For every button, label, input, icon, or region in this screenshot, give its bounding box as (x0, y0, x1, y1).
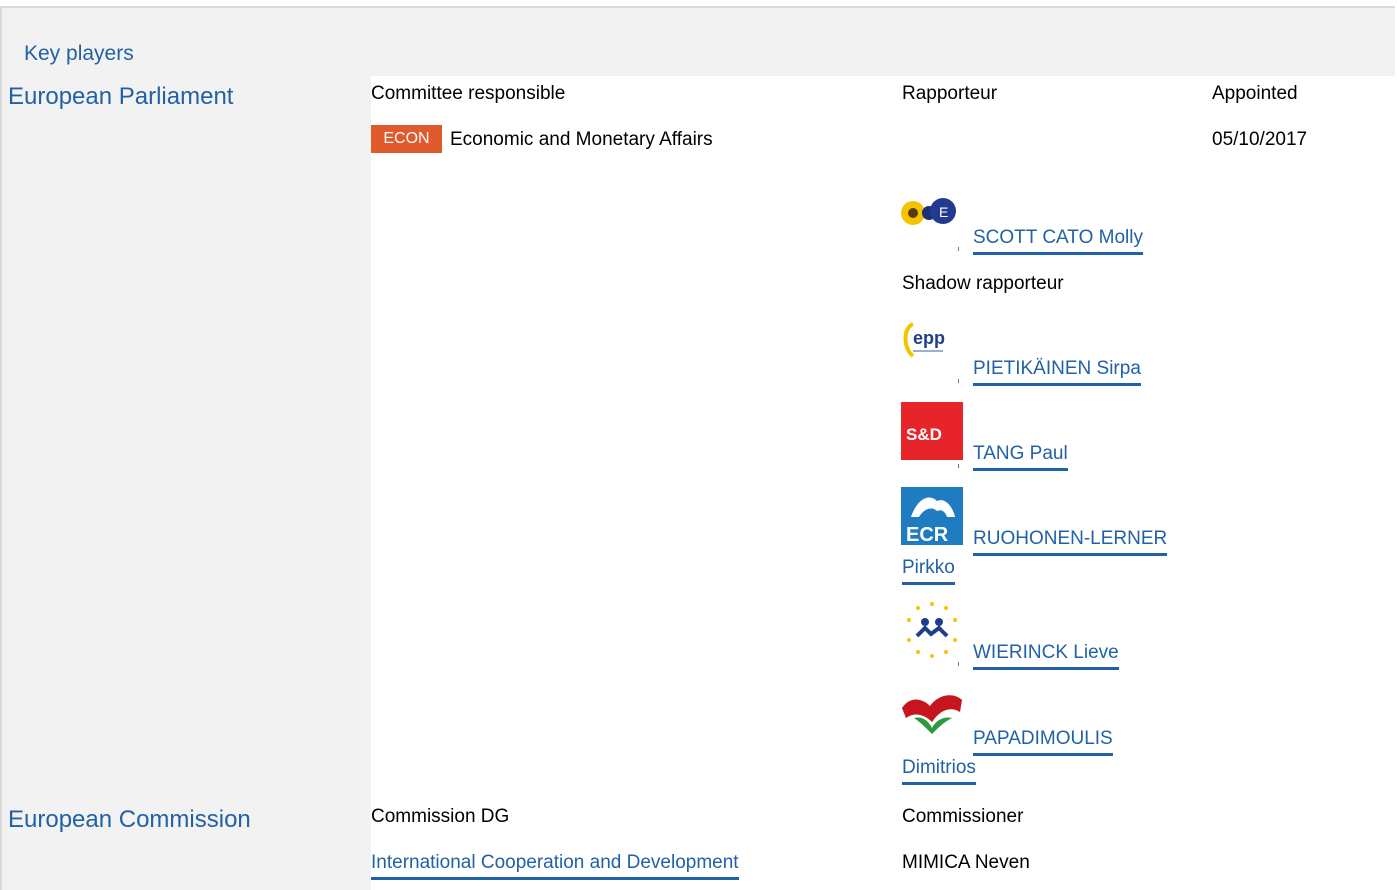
svg-text:epp: epp (913, 328, 945, 348)
section-title: Key players (24, 42, 134, 65)
commission-dg-link[interactable]: International Cooperation and Developmen… (371, 852, 739, 880)
institution-column (0, 76, 371, 890)
appointed-date: 05/10/2017 (1212, 129, 1308, 150)
shadow-link-papadimoulis[interactable]: PAPADIMOULIS (973, 728, 1113, 756)
key-players-panel: Key players European Parliament Committe… (0, 0, 1397, 890)
ecr-logo-icon: ECR (901, 487, 963, 545)
alde-logo-icon (907, 602, 957, 658)
shadow-rapporteur-label: Shadow rapporteur (902, 273, 1064, 294)
commissioner-name: MIMICA Neven (902, 852, 1030, 873)
epp-logo-icon: epp (903, 322, 945, 358)
col-committee-header: Committee responsible (371, 83, 566, 104)
committee-badge: ECON (371, 125, 442, 153)
section-header: Key players (0, 6, 1395, 76)
col-commissioner-header: Commissioner (902, 806, 1024, 827)
sd-logo-icon: S&D (901, 402, 963, 460)
shadow-link-pietikainen[interactable]: PIETIKÄINEN Sirpa (973, 358, 1141, 386)
shadow-link-tang[interactable]: TANG Paul (973, 443, 1068, 471)
shadow-link-ruohonen-lerner[interactable]: RUOHONEN-LERNER (973, 528, 1168, 556)
svg-text:E: E (939, 204, 948, 220)
col-rapporteur-header: Rapporteur (902, 83, 998, 104)
shadow-link-ruohonen-lerner-line2[interactable]: Pirkko (902, 557, 955, 585)
greens-efa-logo-icon: E (901, 198, 956, 225)
svg-text:ECR: ECR (906, 524, 949, 545)
col-dg-header: Commission DG (371, 806, 510, 827)
col-appointed-header: Appointed (1212, 83, 1298, 104)
institution-commission: European Commission (8, 806, 251, 833)
institution-parliament: European Parliament (8, 83, 234, 110)
shadow-link-wierinck[interactable]: WIERINCK Lieve (973, 642, 1119, 670)
gue-ngl-logo-icon (902, 695, 962, 734)
shadow-link-papadimoulis-line2[interactable]: Dimitrios (902, 757, 976, 785)
rapporteur-link[interactable]: SCOTT CATO Molly (973, 227, 1143, 255)
svg-text:S&D: S&D (906, 425, 942, 444)
committee-name: Economic and Monetary Affairs (450, 129, 713, 150)
